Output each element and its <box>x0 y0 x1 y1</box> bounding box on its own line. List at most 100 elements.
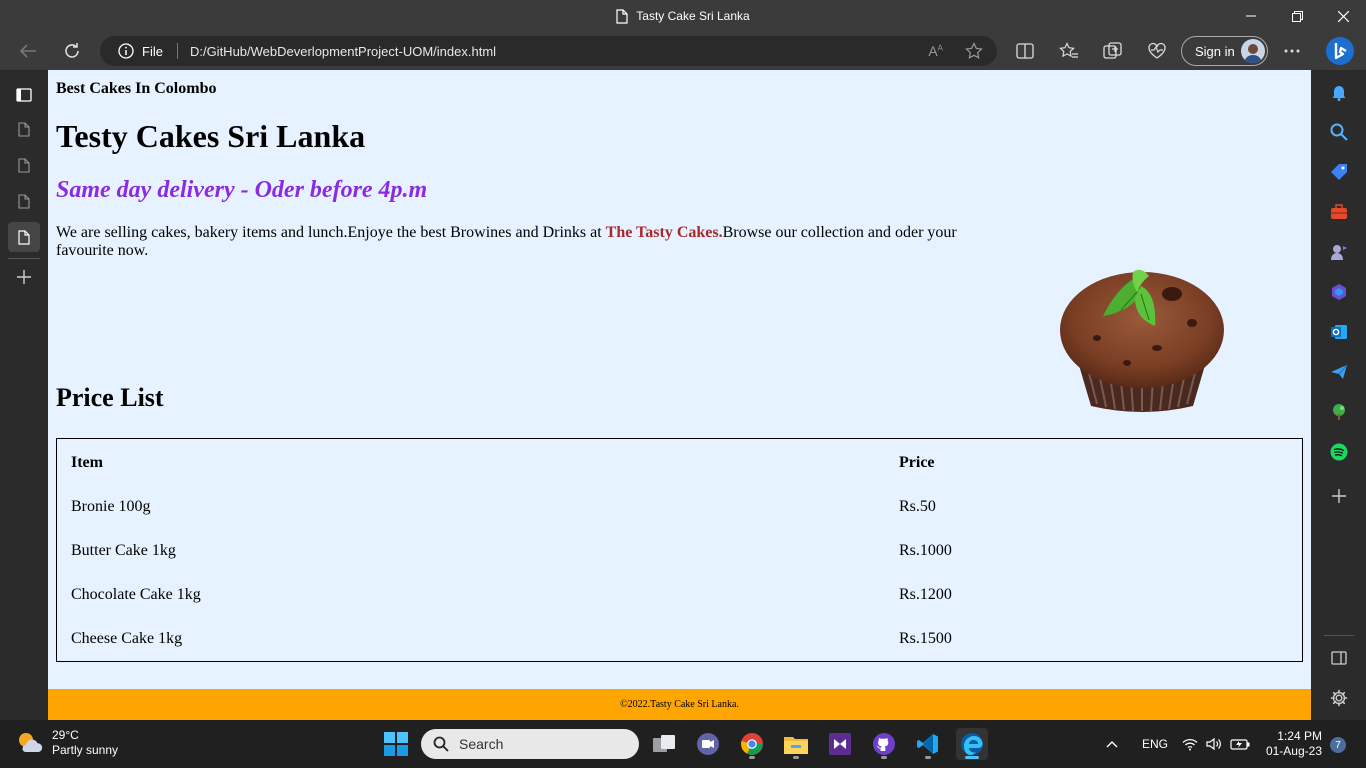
vertical-tab-3[interactable] <box>8 186 40 216</box>
favorite-star-icon[interactable] <box>965 42 983 60</box>
file-explorer-button[interactable] <box>780 728 812 760</box>
favorites-button[interactable] <box>1054 36 1084 66</box>
shopping-button[interactable] <box>1327 160 1351 184</box>
collections-button[interactable] <box>1098 36 1128 66</box>
divider <box>176 43 178 59</box>
chrome-icon <box>741 733 763 755</box>
tab-actions-icon <box>16 88 32 102</box>
chat-icon <box>697 733 719 755</box>
system-tray-status[interactable] <box>1182 720 1250 768</box>
tools-button[interactable] <box>1327 200 1351 224</box>
sidebar-settings-button[interactable] <box>1327 686 1351 710</box>
show-hidden-icons-button[interactable] <box>1106 720 1118 768</box>
more-options-button[interactable] <box>1277 36 1307 66</box>
table-header-row: Item Price <box>71 454 1288 498</box>
info-icon[interactable] <box>118 43 134 59</box>
column-header-price: Price <box>899 454 935 471</box>
search-icon <box>1330 123 1348 141</box>
split-screen-button[interactable] <box>1010 36 1040 66</box>
start-button[interactable] <box>380 728 412 760</box>
vertical-tabs-pane <box>0 70 48 720</box>
weather-widget[interactable]: 29°C Partly sunny <box>16 728 118 758</box>
address-bar[interactable]: File D:/GitHub/WebDeverlopmentProject-UO… <box>100 36 997 66</box>
refresh-button[interactable] <box>57 36 87 66</box>
shopping-tag-icon <box>1331 164 1347 180</box>
muffin-image <box>1060 269 1224 412</box>
close-button[interactable] <box>1320 0 1366 32</box>
time: 1:24 PM <box>1277 729 1322 743</box>
add-sidebar-app-button[interactable] <box>1327 484 1351 508</box>
column-header-item: Item <box>71 454 103 471</box>
language-indicator[interactable]: ENG <box>1142 720 1168 768</box>
price-cell: Rs.1200 <box>899 586 952 603</box>
notification-badge[interactable]: 7 <box>1330 737 1346 753</box>
minimize-button[interactable] <box>1228 0 1274 32</box>
item-cell: Butter Cake 1kg <box>71 542 176 559</box>
table-row: Chocolate Cake 1kg Rs.1200 <box>71 586 1288 630</box>
back-button[interactable] <box>13 36 43 66</box>
battery-charging-icon <box>1230 739 1250 750</box>
taskbar-search[interactable]: Search <box>421 729 639 759</box>
restore-icon <box>1291 10 1303 22</box>
hide-sidebar-button[interactable] <box>1327 646 1351 670</box>
microsoft-365-icon <box>1332 284 1346 300</box>
favorites-icon <box>1059 42 1078 58</box>
bing-copilot-icon <box>1326 37 1354 65</box>
restore-button[interactable] <box>1274 0 1320 32</box>
search-sidebar-button[interactable] <box>1327 120 1351 144</box>
window-title: Tasty Cake Sri Lanka <box>0 0 1366 32</box>
page-icon <box>616 8 628 24</box>
search-icon <box>433 736 449 752</box>
back-arrow-icon <box>19 44 36 58</box>
tree-button[interactable] <box>1327 400 1351 424</box>
brand-name: The Tasty Cakes. <box>605 224 723 241</box>
tree-icon <box>1333 404 1345 420</box>
bell-icon <box>1332 86 1346 101</box>
collections-icon <box>1103 42 1122 59</box>
clock[interactable]: 1:24 PM 01-Aug-23 <box>1262 729 1322 759</box>
page-icon <box>18 229 30 245</box>
partly-sunny-icon <box>19 733 43 752</box>
read-aloud-icon[interactable]: AA <box>928 43 943 59</box>
toolbox-icon <box>1331 204 1347 219</box>
avatar <box>1241 39 1265 63</box>
games-button[interactable] <box>1327 240 1351 264</box>
vertical-tab-1[interactable] <box>8 114 40 144</box>
gear-icon <box>1330 689 1348 707</box>
divider <box>8 258 40 259</box>
vertical-tab-active[interactable] <box>8 222 40 252</box>
games-icon <box>1331 245 1347 260</box>
notifications-button[interactable] <box>1327 80 1351 104</box>
outlook-button[interactable] <box>1327 320 1351 344</box>
date: 01-Aug-23 <box>1265 744 1322 758</box>
chevron-up-icon <box>1106 741 1118 748</box>
github-desktop-button[interactable] <box>868 728 900 760</box>
bing-button[interactable] <box>1324 35 1356 67</box>
spotify-button[interactable] <box>1327 440 1351 464</box>
visual-studio-icon <box>829 733 851 755</box>
folder-icon <box>784 737 808 754</box>
visual-studio-button[interactable] <box>824 728 856 760</box>
title-bar: Tasty Cake Sri Lanka <box>0 0 1366 32</box>
sign-in-button[interactable]: Sign in <box>1181 36 1268 66</box>
new-tab-button[interactable] <box>8 262 40 292</box>
plus-icon <box>1332 489 1346 503</box>
microsoft-365-button[interactable] <box>1327 280 1351 304</box>
table-row: Butter Cake 1kg Rs.1000 <box>71 542 1288 586</box>
browser-essentials-button[interactable] <box>1142 36 1172 66</box>
sidebar-panel-icon <box>1331 651 1347 665</box>
page-icon <box>18 121 30 137</box>
minimize-icon <box>1246 15 1256 17</box>
split-screen-icon <box>1016 43 1034 59</box>
edge-button[interactable] <box>956 728 988 760</box>
weather-desc: Partly sunny <box>52 743 119 757</box>
send-button[interactable] <box>1327 360 1351 384</box>
page-footer: ©2022.Tasty Cake Sri Lanka. <box>48 689 1311 720</box>
task-view-button[interactable] <box>648 728 680 760</box>
teams-chat-button[interactable] <box>692 728 724 760</box>
tab-actions-button[interactable] <box>8 80 40 110</box>
chrome-button[interactable] <box>736 728 768 760</box>
url-text[interactable]: D:/GitHub/WebDeverlopmentProject-UOM/ind… <box>190 44 496 59</box>
vertical-tab-2[interactable] <box>8 150 40 180</box>
vscode-button[interactable] <box>912 728 944 760</box>
